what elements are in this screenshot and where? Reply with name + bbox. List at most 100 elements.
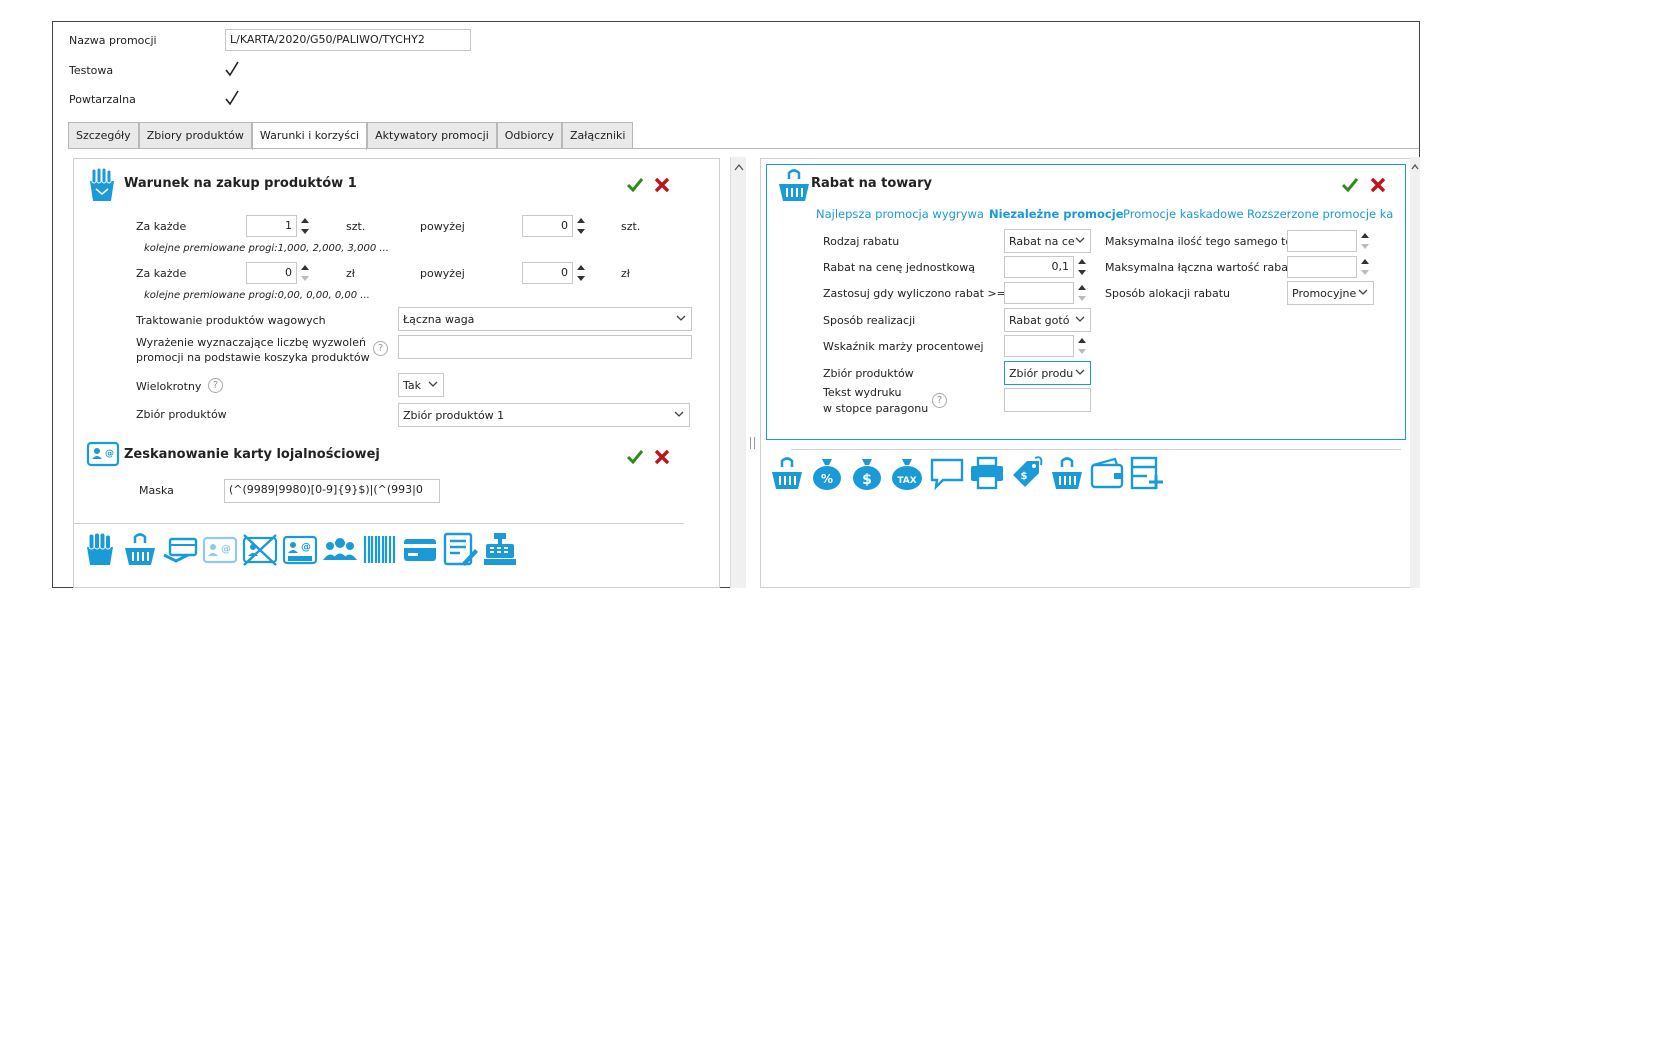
repeat-checkbox[interactable] — [225, 90, 239, 106]
repeat-label: Powtarzalna — [69, 93, 136, 106]
multiple-select[interactable]: Tak — [398, 373, 444, 397]
row1-above-spinner[interactable] — [576, 215, 586, 237]
customer-group-icon[interactable] — [322, 531, 358, 567]
print-text-input[interactable] — [1004, 388, 1091, 412]
mode-best-wins-link[interactable]: Najlepsza promocja wygrywa — [816, 207, 984, 221]
row2-above-input[interactable]: 0 — [522, 262, 573, 284]
product-set-select[interactable]: Zbiór produktów 1 — [398, 403, 690, 427]
basket-bag-icon[interactable] — [769, 455, 805, 491]
row1-above-input[interactable]: 0 — [522, 215, 573, 237]
realization-select[interactable]: Rabat gotó — [1004, 308, 1091, 332]
realization-label: Sposób realizacji — [823, 314, 916, 327]
delete-condition-icon[interactable] — [654, 177, 670, 193]
tab-details[interactable]: Szczegóły — [68, 122, 139, 149]
discount-product-set-select[interactable]: Zbiór produ — [1004, 361, 1091, 385]
delete-discount-icon[interactable] — [1370, 177, 1386, 193]
row2-thresholds-hint: kolejne premiowane progi:0,00, 0,00, 0,0… — [144, 290, 370, 301]
svg-text:%: % — [821, 472, 833, 486]
row2-value-input[interactable]: 0 — [246, 262, 297, 284]
unit-price-spinner[interactable] — [1077, 256, 1087, 278]
svg-text:$: $ — [1021, 471, 1028, 482]
basket-bag-icon[interactable] — [1049, 455, 1085, 491]
confirm-loyalty-icon[interactable] — [626, 449, 644, 465]
confirm-condition-icon[interactable] — [626, 177, 644, 193]
expression-help-icon[interactable]: ? — [373, 341, 388, 356]
promotion-editor-window: Nazwa promocji L/KARTA/2020/G50/PALIWO/T… — [52, 21, 1420, 588]
multiple-label: Wielokrotny — [136, 380, 202, 393]
max-total-spinner[interactable] — [1360, 256, 1370, 278]
max-total-label: Maksymalna łączna wartość rabat — [1105, 261, 1293, 274]
chevron-up-icon[interactable] — [734, 163, 744, 171]
unit-price-discount-input[interactable]: 0,1 — [1004, 256, 1074, 278]
chevron-down-icon — [676, 315, 686, 321]
cash-register-icon[interactable] — [482, 531, 518, 567]
svg-text:@: @ — [301, 542, 311, 553]
weight-label: Traktowanie produktów wagowych — [136, 314, 326, 327]
margin-ratio-input[interactable] — [1004, 335, 1074, 357]
add-layout-icon[interactable] — [1129, 455, 1165, 491]
card-payment-hand-icon[interactable] — [162, 531, 198, 567]
tab-attachments[interactable]: Załączniki — [562, 122, 634, 149]
mask-input[interactable]: (^(9989|9980)[0-9]{9}$)|(^(993|0 — [224, 479, 440, 503]
row2-spinner[interactable] — [300, 262, 310, 284]
chevron-down-icon — [1358, 289, 1368, 295]
loyalty-title: Zeskanowanie karty lojalnościowej — [124, 447, 380, 462]
discount-type-label: Rodzaj rabatu — [823, 235, 900, 248]
tax-bag-icon[interactable]: TAX — [889, 455, 925, 491]
price-tag-icon[interactable]: $ — [1009, 455, 1045, 491]
row1-spinner[interactable] — [300, 215, 310, 237]
max-qty-label: Maksymalna ilość tego samego to — [1105, 235, 1293, 248]
hand-product-icon[interactable] — [82, 531, 118, 567]
loyalty-card-icon[interactable]: @ — [202, 531, 238, 567]
percent-bag-icon[interactable]: % — [809, 455, 845, 491]
promo-name-input[interactable]: L/KARTA/2020/G50/PALIWO/TYCHY2 — [225, 29, 471, 51]
chevron-up-icon[interactable] — [1411, 163, 1419, 171]
allocation-select[interactable]: Promocyjne — [1287, 281, 1374, 305]
print-text-help-icon[interactable]: ? — [932, 393, 947, 408]
chevron-down-icon — [428, 381, 438, 387]
apply-when-input[interactable] — [1004, 282, 1074, 304]
mode-extended-cascade-link[interactable]: Rozszerzone promocje ka — [1247, 207, 1393, 221]
apply-when-spinner[interactable] — [1077, 282, 1087, 304]
discount-product-set-label: Zbiór produktów — [823, 367, 914, 380]
tab-recipients[interactable]: Odbiorcy — [496, 122, 563, 149]
discount-type-select[interactable]: Rabat na ce — [1004, 229, 1091, 253]
splitter-grip[interactable] — [750, 437, 755, 449]
delete-loyalty-icon[interactable] — [654, 449, 670, 465]
test-label: Testowa — [69, 64, 114, 77]
row2-above-spinner[interactable] — [576, 262, 586, 284]
max-qty-spinner[interactable] — [1360, 230, 1370, 252]
row1-above-unit: szt. — [621, 220, 641, 233]
form-edit-icon[interactable] — [442, 531, 478, 567]
basket-bag-icon[interactable] — [122, 531, 158, 567]
mode-independent-link[interactable]: Niezależne promocje — [989, 207, 1124, 221]
max-qty-input[interactable] — [1287, 230, 1357, 252]
test-checkbox[interactable] — [225, 61, 239, 77]
money-bag-icon[interactable]: $ — [849, 455, 885, 491]
margin-ratio-label: Wskaźnik marży procentowej — [823, 340, 984, 353]
loyalty-card-icon: @ — [86, 441, 120, 467]
left-panel-scrollbar[interactable] — [730, 157, 746, 588]
printer-icon[interactable] — [969, 455, 1005, 491]
product-set-label: Zbiór produktów — [136, 408, 227, 421]
wallet-icon[interactable] — [1089, 455, 1125, 491]
mode-cascade-link[interactable]: Promocje kaskadowe — [1123, 207, 1244, 221]
right-panel-scrollbar[interactable] — [1410, 157, 1420, 588]
row1-value-input[interactable]: 1 — [246, 215, 297, 237]
no-loyalty-card-icon[interactable] — [242, 531, 278, 567]
credit-card-icon[interactable] — [402, 531, 438, 567]
barcode-icon[interactable] — [362, 531, 398, 567]
card-status-icon[interactable]: @ — [282, 531, 318, 567]
print-text-label-line1: Tekst wydruku — [823, 386, 902, 399]
margin-ratio-spinner[interactable] — [1077, 335, 1087, 357]
max-total-input[interactable] — [1287, 256, 1357, 278]
message-bubble-icon[interactable] — [929, 455, 965, 491]
tab-activators[interactable]: Aktywatory promocji — [367, 122, 497, 149]
tab-conditions-benefits[interactable]: Warunki i korzyści — [251, 122, 368, 150]
confirm-discount-icon[interactable] — [1341, 177, 1359, 193]
expression-input[interactable] — [398, 335, 692, 359]
weight-select[interactable]: Łączna waga — [398, 307, 692, 331]
panel-splitter[interactable] — [746, 157, 760, 588]
tab-product-sets[interactable]: Zbiory produktów — [138, 122, 252, 149]
multiple-help-icon[interactable]: ? — [208, 378, 223, 393]
